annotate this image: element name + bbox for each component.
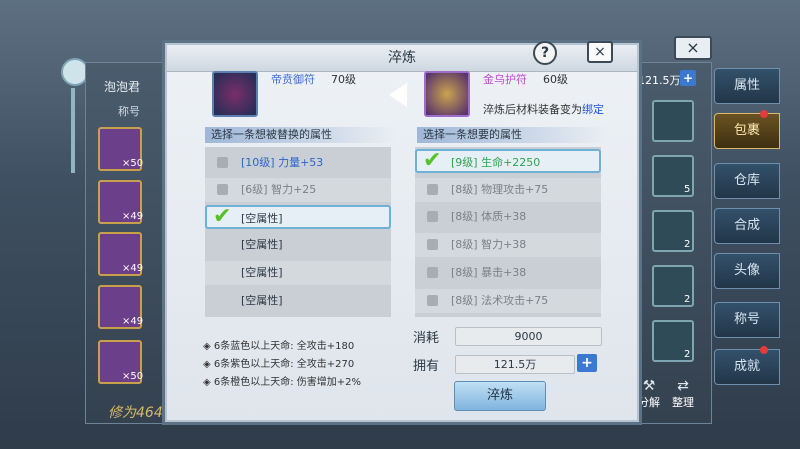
cost-label: 消耗	[413, 331, 440, 346]
background-name: 泡泡君	[104, 80, 141, 94]
add-silver-button[interactable]: +	[577, 354, 597, 372]
right-slot-count: 2	[684, 239, 691, 250]
source-item-icon[interactable]	[212, 71, 258, 117]
tab-achievement[interactable]: 成就	[714, 349, 780, 385]
background-left-tab[interactable]: 称号	[118, 103, 140, 119]
arrow-left-icon	[389, 83, 407, 107]
left-list-header: 选择一条想被替换的属性	[205, 127, 397, 143]
right-attr-row[interactable]: [8级] 暴击+38	[415, 261, 601, 285]
right-attribute-list: ✔ [9级] 生命+2250 [8级] 物理攻击+75 [8级] 体质+38 […	[415, 147, 601, 317]
left-slot-count: ×50	[122, 371, 144, 382]
checkbox[interactable]	[217, 184, 228, 195]
right-slot[interactable]	[652, 100, 694, 142]
left-attr-row[interactable]: [空属性]	[205, 289, 391, 313]
source-item-name: 帝贲御符	[271, 73, 315, 86]
currency-display: 121.5万	[638, 74, 681, 87]
tab-storage[interactable]: 仓库	[714, 163, 780, 199]
right-attr-row[interactable]: [8级] 体质+38	[415, 205, 601, 229]
right-slot-count: 2	[684, 294, 691, 305]
refine-dialog: 淬炼 ? × 帝贲御符 70级 金乌护符 60级 淬炼后材料装备变为绑定 选择一…	[165, 41, 639, 422]
right-attr-row[interactable]: [8级] 智力+38	[415, 233, 601, 257]
left-slot-count: ×49	[122, 316, 144, 327]
suit-bonus-2: ◈ 6条紫色以上天命: 全攻击+270	[203, 359, 355, 370]
checkbox[interactable]	[427, 295, 438, 306]
left-slot-count: ×49	[122, 211, 144, 222]
refine-button[interactable]: 淬炼	[454, 381, 546, 411]
left-attr-row-selected[interactable]: ✔ [空属性]	[205, 205, 391, 229]
bind-note-prefix: 淬炼后材料装备变为	[483, 103, 582, 116]
help-button[interactable]: ?	[533, 41, 557, 65]
source-item-level: 70级	[331, 73, 356, 86]
notification-dot	[760, 346, 768, 354]
checkbox[interactable]	[427, 211, 438, 222]
tab-attributes[interactable]: 属性	[714, 68, 780, 104]
target-item-level: 60级	[543, 73, 568, 86]
right-slot-count: 5	[684, 184, 691, 195]
close-button[interactable]: ×	[587, 41, 613, 63]
notification-dot	[760, 110, 768, 118]
target-item-icon[interactable]	[424, 71, 470, 117]
owned-value: 121.5万	[455, 355, 575, 374]
right-list-header: 选择一条想要的属性	[417, 127, 609, 143]
checkbox[interactable]	[427, 239, 438, 250]
sort-button[interactable]: ⇄ 整理	[668, 378, 698, 409]
tab-title[interactable]: 称号	[714, 302, 780, 338]
cost-value: 9000	[455, 327, 602, 346]
left-attribute-list: [10级] 力量+53 [6级] 智力+25 ✔ [空属性] [空属性] [空属…	[205, 147, 391, 317]
tab-compose[interactable]: 合成	[714, 208, 780, 244]
right-attr-row[interactable]: [8级] 物理攻击+75	[415, 178, 601, 202]
right-slot-count: 2	[684, 349, 691, 360]
top-close-button[interactable]: ×	[674, 36, 712, 60]
left-attr-row[interactable]: [空属性]	[205, 233, 391, 257]
left-slot-count: ×50	[122, 158, 144, 169]
checkmark-icon: ✔	[423, 148, 442, 173]
suit-bonus-1: ◈ 6条蓝色以上天命: 全攻击+180	[203, 341, 355, 352]
checkbox[interactable]	[427, 184, 438, 195]
power-text: 修为464	[108, 405, 163, 421]
owned-label: 拥有	[413, 359, 440, 374]
tab-avatar[interactable]: 头像	[714, 253, 780, 289]
dialog-title: 淬炼	[388, 50, 416, 66]
left-attr-row[interactable]: [空属性]	[205, 261, 391, 285]
right-attr-row-selected[interactable]: ✔ [9级] 生命+2250	[415, 149, 601, 173]
checkmark-icon: ✔	[213, 204, 232, 229]
left-slot-count: ×49	[122, 263, 144, 274]
left-attr-row[interactable]: [10级] 力量+53	[205, 151, 391, 175]
left-attr-row[interactable]: [6级] 智力+25	[205, 178, 391, 202]
suit-bonus-3: ◈ 6条橙色以上天命: 伤害增加+2%	[203, 377, 362, 388]
checkbox[interactable]	[427, 267, 438, 278]
bind-note-highlight: 绑定	[582, 103, 604, 116]
bind-note: 淬炼后材料装备变为绑定	[483, 101, 604, 117]
checkbox[interactable]	[217, 157, 228, 168]
tab-bag[interactable]: 包裹	[714, 113, 780, 149]
target-item-name: 金乌护符	[483, 73, 527, 86]
add-currency-button[interactable]: +	[680, 70, 696, 86]
right-attr-row[interactable]: [8级] 法术攻击+75	[415, 289, 601, 313]
sort-icon: ⇄	[677, 378, 689, 394]
